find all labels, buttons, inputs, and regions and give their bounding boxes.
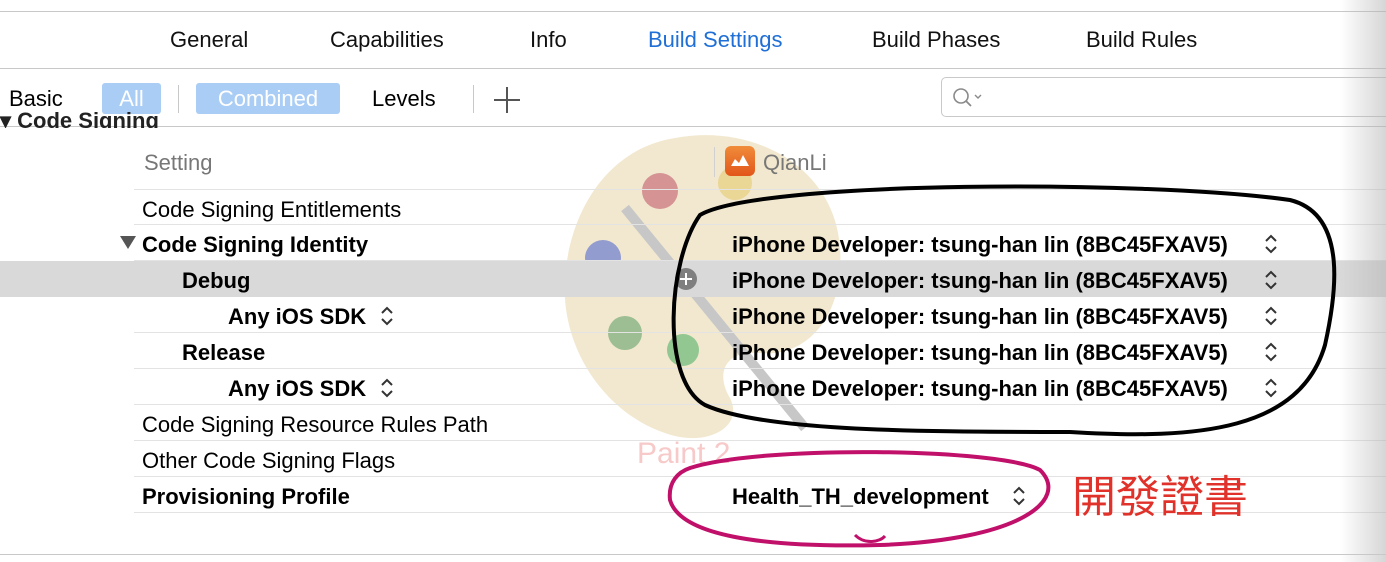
annotation-circle-black — [671, 184, 1337, 437]
annotation-text: 開發證書 — [1072, 473, 1248, 522]
bottom-border — [0, 554, 1386, 555]
window-edge-shadow — [1340, 0, 1386, 562]
annotation-circle-magenta — [667, 450, 1051, 548]
